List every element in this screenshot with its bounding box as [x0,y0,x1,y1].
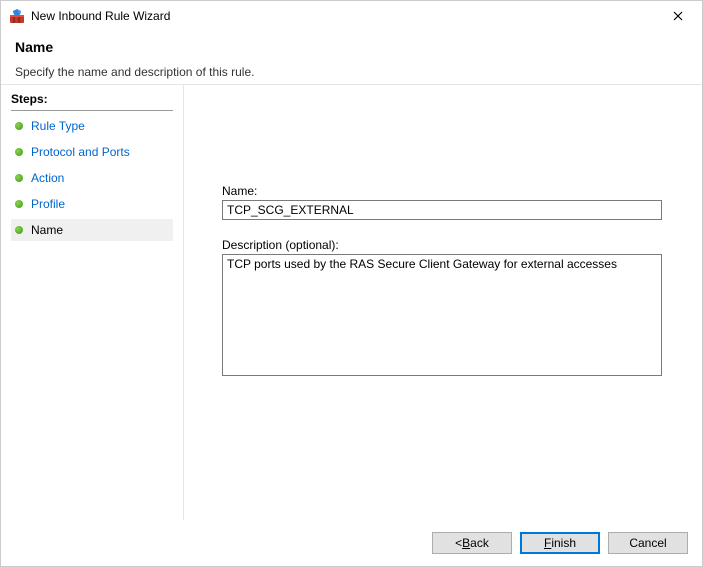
back-button[interactable]: < Back [432,532,512,554]
description-label: Description (optional): [222,238,662,252]
step-bullet-icon [15,122,23,130]
name-label: Name: [222,184,662,198]
step-label: Profile [31,197,65,211]
step-label: Protocol and Ports [31,145,130,159]
step-bullet-icon [15,226,23,234]
cancel-button[interactable]: Cancel [608,532,688,554]
wizard-main: Name: Description (optional): [184,84,702,520]
titlebar: New Inbound Rule Wizard [1,1,702,31]
window-title: New Inbound Rule Wizard [31,9,170,23]
step-label: Action [31,171,64,185]
finish-button[interactable]: Finish [520,532,600,554]
page-subtitle: Specify the name and description of this… [15,65,688,79]
steps-label: Steps: [11,90,173,111]
firewall-icon [9,8,25,24]
step-bullet-icon [15,148,23,156]
step-bullet-icon [15,174,23,182]
step-protocol-and-ports[interactable]: Protocol and Ports [11,141,173,163]
wizard-header: Name Specify the name and description of… [1,31,702,91]
step-label: Name [31,223,63,237]
step-action[interactable]: Action [11,167,173,189]
step-profile[interactable]: Profile [11,193,173,215]
description-textarea[interactable] [222,254,662,376]
close-button[interactable] [658,2,698,30]
page-title: Name [15,39,688,55]
step-bullet-icon [15,200,23,208]
name-input[interactable] [222,200,662,220]
step-name[interactable]: Name [11,219,173,241]
step-rule-type[interactable]: Rule Type [11,115,173,137]
steps-sidebar: Steps: Rule Type Protocol and Ports Acti… [1,84,184,520]
button-bar: < Back Finish Cancel [1,520,702,566]
step-label: Rule Type [31,119,85,133]
